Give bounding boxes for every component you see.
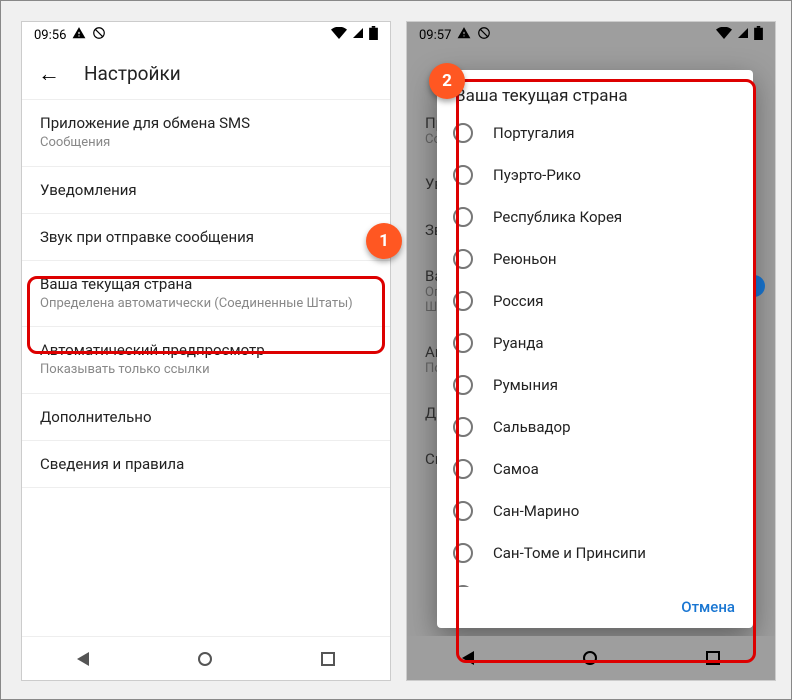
do-not-disturb-icon [92, 26, 106, 44]
nav-back-icon[interactable] [77, 652, 89, 666]
country-dialog: Ваша текущая страна Португалия Пуэрто-Ри… [437, 70, 753, 628]
dialog-title: Ваша текущая страна [437, 70, 753, 112]
list-title: Приложение для обмена SMS [40, 114, 372, 132]
radio-icon [453, 543, 473, 563]
radio-icon [453, 123, 473, 143]
radio-icon [453, 375, 473, 395]
cellular-icon [351, 27, 365, 43]
settings-list: Приложение для обмена SMS Сообщения Увед… [22, 100, 390, 488]
list-title: Уведомления [40, 181, 372, 199]
nav-recent-icon[interactable] [321, 652, 335, 666]
country-option[interactable]: Саудовская Аравия [437, 574, 753, 587]
country-option[interactable]: Реюньон [437, 238, 753, 280]
radio-icon [453, 459, 473, 479]
statusbar: 09:57 [407, 22, 775, 48]
country-option[interactable]: Пуэрто-Рико [437, 154, 753, 196]
nav-back-icon[interactable] [462, 651, 474, 665]
country-option[interactable]: Румыния [437, 364, 753, 406]
battery-icon [754, 26, 763, 44]
list-sub: Определена автоматически (Соединенные Шт… [40, 295, 372, 313]
cellular-icon [736, 27, 750, 43]
radio-icon [453, 417, 473, 437]
clock: 09:56 [34, 28, 66, 43]
list-item-about[interactable]: Сведения и правила [22, 441, 390, 488]
radio-icon [453, 501, 473, 521]
country-option[interactable]: Республика Корея [437, 196, 753, 238]
radio-icon [453, 165, 473, 185]
country-option[interactable]: Сальвадор [437, 406, 753, 448]
appbar: ← Настройки [22, 48, 390, 100]
statusbar: 09:56 [22, 22, 390, 48]
country-list[interactable]: Португалия Пуэрто-Рико Республика Корея … [437, 112, 753, 587]
list-item-auto-preview[interactable]: Автоматический предпросмотр Показывать т… [22, 327, 390, 394]
country-option[interactable]: Сан-Марино [437, 490, 753, 532]
appbar-title: Настройки [84, 62, 181, 85]
annotation-marker-2: 2 [429, 63, 465, 99]
country-option[interactable]: Самоа [437, 448, 753, 490]
wifi-icon [716, 27, 732, 43]
warning-icon [457, 26, 471, 44]
list-title: Звук при отправке сообщения [40, 228, 372, 246]
list-title: Дополнительно [40, 408, 372, 426]
list-item-send-sound[interactable]: Звук при отправке сообщения [22, 214, 390, 261]
wifi-icon [331, 27, 347, 43]
clock: 09:57 [419, 28, 451, 43]
country-option[interactable]: Сан-Томе и Принсипи [437, 532, 753, 574]
list-item-advanced[interactable]: Дополнительно [22, 394, 390, 441]
country-option[interactable]: Россия [437, 280, 753, 322]
country-option[interactable]: Португалия [437, 112, 753, 154]
radio-icon [453, 291, 473, 311]
annotation-marker-1: 1 [366, 223, 402, 259]
list-item-country[interactable]: Ваша текущая страна Определена автоматич… [22, 261, 390, 328]
list-title: Ваша текущая страна [40, 275, 372, 293]
phone-left: 09:56 ← Настройки Приложение для обмена [21, 21, 391, 681]
country-option[interactable]: Руанда [437, 322, 753, 364]
nav-home-icon[interactable] [583, 651, 597, 665]
back-arrow-icon[interactable]: ← [38, 61, 60, 87]
radio-icon [453, 333, 473, 353]
list-item-notifications[interactable]: Уведомления [22, 167, 390, 214]
list-title: Автоматический предпросмотр [40, 341, 372, 359]
radio-icon [453, 207, 473, 227]
navbar [407, 636, 775, 680]
phone-right: 09:57 При Соо Уве Зву В [406, 21, 776, 681]
list-title: Сведения и правила [40, 455, 372, 473]
dialog-actions: Отмена [437, 587, 753, 628]
warning-icon [72, 26, 86, 44]
battery-icon [369, 26, 378, 44]
nav-home-icon[interactable] [198, 652, 212, 666]
list-item-sms-app[interactable]: Приложение для обмена SMS Сообщения [22, 100, 390, 167]
nav-recent-icon[interactable] [706, 651, 720, 665]
list-sub: Сообщения [40, 134, 372, 152]
cancel-button[interactable]: Отмена [681, 598, 735, 616]
navbar [22, 636, 390, 680]
do-not-disturb-icon [477, 26, 491, 44]
radio-icon [453, 249, 473, 269]
list-sub: Показывать только ссылки [40, 361, 372, 379]
